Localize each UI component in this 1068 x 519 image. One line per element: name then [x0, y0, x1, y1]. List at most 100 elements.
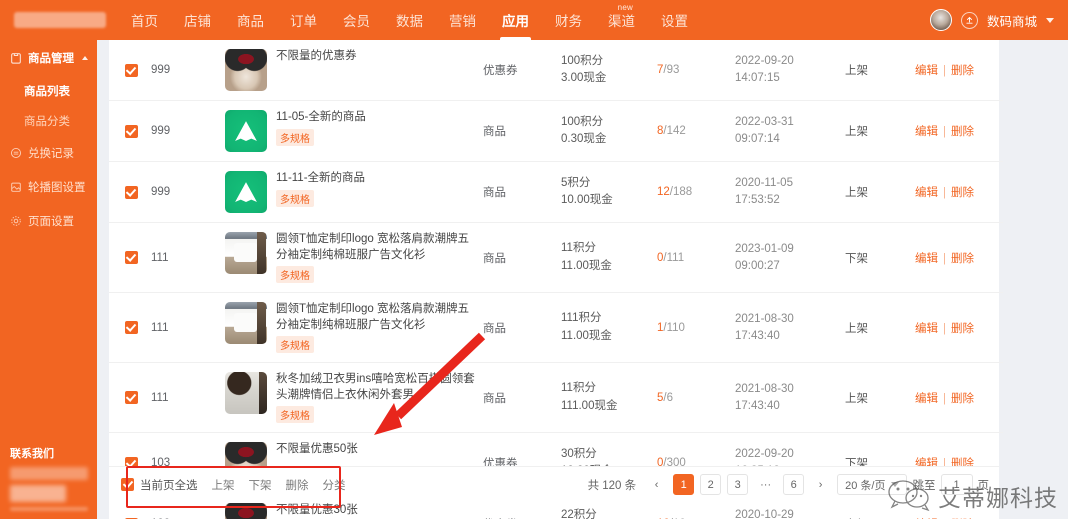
- top-nav-item-3[interactable]: 订单: [277, 0, 330, 40]
- select-all-current-page[interactable]: 当前页全选: [121, 477, 198, 493]
- row-type: 商品: [479, 362, 557, 434]
- top-nav-item-0[interactable]: 首页: [118, 0, 171, 40]
- chevron-up-icon[interactable]: [82, 56, 88, 60]
- sidebar-item-exchange-records[interactable]: 兑换记录: [0, 136, 97, 170]
- row-price-points: 30积分: [561, 447, 597, 460]
- top-nav-item-label: 设置: [661, 14, 688, 29]
- row-checkbox[interactable]: [124, 124, 138, 138]
- row-edit-link[interactable]: 编辑: [915, 187, 938, 199]
- pagination-next-button[interactable]: ›: [810, 474, 832, 495]
- select-all-checkbox[interactable]: [121, 478, 134, 491]
- row-stock-total: 110: [666, 321, 685, 334]
- row-product-cell: 圆领T恤定制印logo 宽松落肩款潮牌五分袖定制纯棉班服广告文化衫 多规格: [221, 222, 479, 294]
- page-size-select[interactable]: 20 条/页: [837, 474, 907, 495]
- row-stock-sold: 7: [657, 64, 664, 76]
- upload-circle-icon[interactable]: [960, 11, 978, 29]
- row-id: 111: [147, 292, 221, 364]
- pagination-page-button[interactable]: 1: [673, 474, 695, 495]
- row-price-cell: 111积分 11.00现金: [557, 292, 653, 364]
- row-state: 上架: [841, 292, 911, 364]
- multi-spec-tag: 多规格: [276, 128, 314, 146]
- pagination-prev-button[interactable]: ‹: [646, 474, 668, 495]
- row-checkbox[interactable]: [124, 185, 138, 199]
- row-edit-link[interactable]: 编辑: [915, 253, 938, 265]
- row-time-cell: 2023-01-09 09:00:27: [731, 222, 841, 294]
- contact-blurred-qr: [10, 485, 66, 502]
- page-jump-input[interactable]: [940, 474, 973, 495]
- row-product-cell: 不限量的优惠券: [221, 40, 479, 101]
- top-nav-item-label: 订单: [290, 14, 317, 29]
- table-row: 111 圆领T恤定制印logo 宽松落肩款潮牌五分袖定制纯棉班服广告文化衫 多规格商…: [109, 222, 1003, 294]
- row-price-cell: 11积分 111.00现金: [557, 362, 653, 434]
- sidebar-sub-item-1[interactable]: 商品分类: [0, 106, 97, 136]
- row-checkbox[interactable]: [124, 391, 138, 405]
- pagination-page-button[interactable]: 3: [727, 474, 749, 495]
- top-nav-item-6[interactable]: 营销: [436, 0, 489, 40]
- row-delete-link[interactable]: 删除: [951, 65, 974, 77]
- row-stock-sold: 12: [657, 186, 670, 198]
- row-id: 111: [147, 222, 221, 294]
- top-nav-item-1[interactable]: 店铺: [171, 0, 224, 40]
- row-delete-link[interactable]: 删除: [951, 323, 974, 335]
- bulk-op-on-shelf[interactable]: 上架: [212, 477, 235, 493]
- chevron-down-icon[interactable]: [1046, 17, 1054, 23]
- pagination-page-button[interactable]: 2: [700, 474, 722, 495]
- top-nav-item-label: 财务: [555, 14, 582, 29]
- sidebar-item-carousel-settings[interactable]: 轮播图设置: [0, 170, 97, 204]
- sidebar: 商品管理 商品列表 商品分类 兑换记录 轮播图设置 页面设置 联系我们: [0, 40, 97, 519]
- sidebar-sub-item-0[interactable]: 商品列表: [0, 76, 97, 106]
- nav-new-badge: new: [617, 3, 633, 12]
- top-nav-item-9[interactable]: 渠道 new: [595, 0, 648, 40]
- product-name: 不限量的优惠券: [276, 50, 357, 62]
- row-edit-link[interactable]: 编辑: [915, 323, 938, 335]
- sidebar-group-product-management[interactable]: 商品管理: [0, 40, 97, 76]
- row-stock-cell: 7/93: [653, 40, 731, 101]
- row-stock-cell: 8/142: [653, 100, 731, 162]
- row-state-label: 上架: [845, 322, 868, 335]
- row-delete-link[interactable]: 删除: [951, 253, 974, 265]
- row-actions-cell: 编辑 | 删除: [911, 40, 1003, 101]
- row-checkbox[interactable]: [124, 63, 138, 77]
- top-nav-item-4[interactable]: 会员: [330, 0, 383, 40]
- row-state-label: 上架: [845, 126, 868, 138]
- action-separator: |: [943, 392, 946, 405]
- row-checkbox-cell: [109, 292, 147, 364]
- row-checkbox[interactable]: [124, 251, 138, 265]
- row-id: 999: [147, 100, 221, 162]
- row-stock-total: 6: [666, 391, 674, 404]
- top-nav-item-8[interactable]: 财务: [542, 0, 595, 40]
- product-thumbnail: [225, 171, 267, 213]
- sidebar-sub-items: 商品列表 商品分类: [0, 76, 97, 136]
- row-edit-link[interactable]: 编辑: [915, 393, 938, 405]
- product-name: 秋冬加绒卫衣男ins嘻哈宽松百搭圆领套头潮牌情侣上衣休闲外套男: [276, 373, 475, 401]
- row-checkbox-cell: [109, 40, 147, 101]
- top-nav-item-7[interactable]: 应用: [489, 0, 542, 40]
- row-checkbox[interactable]: [124, 321, 138, 335]
- sidebar-item-page-settings[interactable]: 页面设置: [0, 204, 97, 238]
- carousel-icon: [10, 181, 22, 193]
- top-nav-item-5[interactable]: 数据: [383, 0, 436, 40]
- row-id: 111: [147, 362, 221, 434]
- row-edit-link[interactable]: 编辑: [915, 126, 938, 138]
- top-nav-item-2[interactable]: 商品: [224, 0, 277, 40]
- row-delete-link[interactable]: 删除: [951, 126, 974, 138]
- pagination-page-button[interactable]: 6: [783, 474, 805, 495]
- top-navigation-bar: 首页 店铺 商品 订单 会员 数据 营销 应用 财务 渠道 new 设置 数码商城: [0, 0, 1068, 40]
- brand-logo: [14, 12, 106, 28]
- row-stock-sold: 0: [657, 251, 664, 264]
- top-nav-item-label: 首页: [131, 14, 158, 29]
- top-nav-item-10[interactable]: 设置: [648, 0, 701, 40]
- action-separator: |: [943, 252, 946, 265]
- row-state-label: 上架: [845, 65, 868, 77]
- top-nav-item-label: 应用: [502, 14, 529, 29]
- bulk-op-off-shelf[interactable]: 下架: [249, 477, 272, 493]
- bulk-op-category[interactable]: 分类: [323, 477, 346, 493]
- row-edit-link[interactable]: 编辑: [915, 65, 938, 77]
- user-avatar[interactable]: [929, 9, 952, 31]
- row-delete-link[interactable]: 删除: [951, 393, 974, 405]
- bulk-op-delete[interactable]: 删除: [286, 477, 309, 493]
- shop-name[interactable]: 数码商城: [987, 11, 1037, 30]
- row-delete-link[interactable]: 删除: [951, 187, 974, 199]
- bulk-action-bar: 当前页全选 上架 下架 删除 分类 共 120 条 ‹ 1 2 3 ··· 6 › 20…: [109, 466, 999, 502]
- top-nav-items: 首页 店铺 商品 订单 会员 数据 营销 应用 财务 渠道 new 设置: [118, 0, 701, 40]
